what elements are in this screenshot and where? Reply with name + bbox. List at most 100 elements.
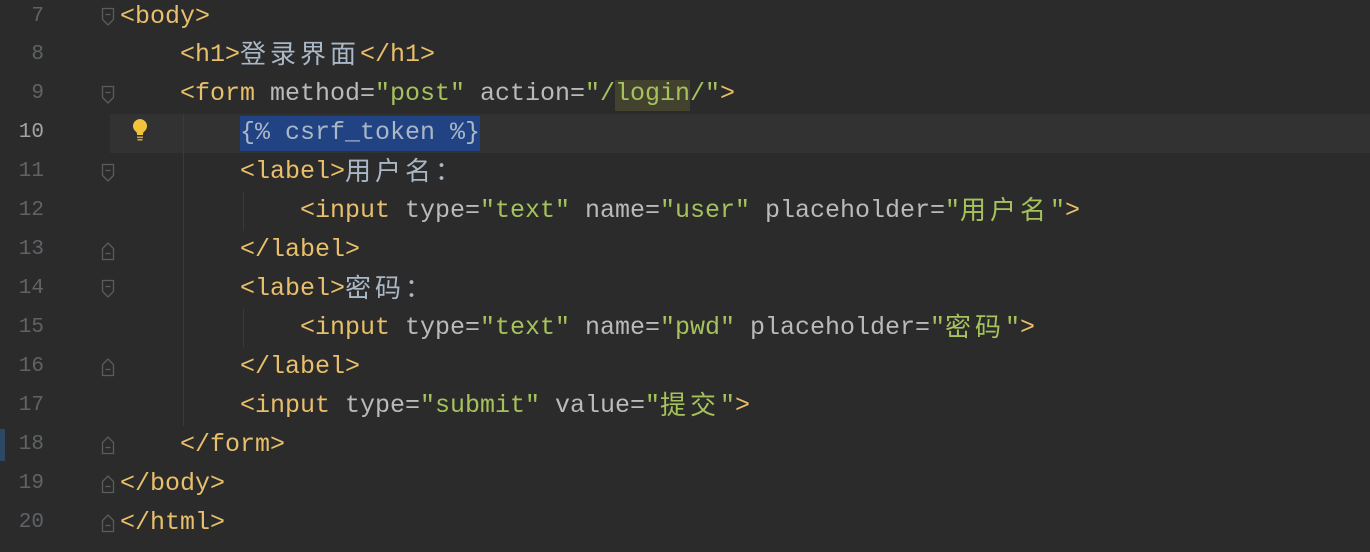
attribute-value: " bbox=[720, 390, 736, 420]
line-number: 15 bbox=[18, 315, 44, 339]
tag-token: </label> bbox=[240, 351, 361, 381]
attribute-name: action bbox=[480, 79, 571, 109]
attribute-name: name bbox=[585, 196, 646, 226]
attribute-value: " bbox=[930, 312, 946, 342]
tag-token: </html> bbox=[120, 507, 226, 537]
attribute-equals: = bbox=[930, 196, 946, 226]
fold-open-icon[interactable] bbox=[101, 279, 115, 299]
attribute-equals: = bbox=[570, 79, 586, 109]
attribute-name: placeholder bbox=[765, 196, 931, 226]
attribute-value: " bbox=[1005, 312, 1021, 342]
attribute-name: method bbox=[270, 79, 361, 109]
tag-token: > bbox=[1065, 196, 1081, 226]
attribute-name: value bbox=[555, 390, 631, 420]
tag-token: <input bbox=[240, 390, 331, 420]
code-line-text[interactable]: <label>用户名： bbox=[120, 153, 465, 192]
code-line[interactable]: 11 <label>用户名： bbox=[0, 153, 1370, 192]
attribute-value: " bbox=[645, 390, 661, 420]
line-number: 16 bbox=[18, 354, 44, 378]
code-line-text[interactable]: <input type="text" name="pwd" placeholde… bbox=[120, 309, 1035, 348]
tag-token: <label> bbox=[240, 273, 346, 303]
code-line-text[interactable]: {% csrf_token %} bbox=[120, 114, 480, 154]
tag-token: <form bbox=[180, 79, 256, 109]
attribute-equals: = bbox=[405, 390, 421, 420]
tag-token: </body> bbox=[120, 468, 226, 498]
text-content: 登录界面 bbox=[240, 40, 361, 71]
code-line-text[interactable]: </body> bbox=[120, 465, 225, 504]
code-line[interactable]: 8 <h1>登录界面</h1> bbox=[0, 36, 1370, 75]
code-line[interactable]: 12 <input type="text" name="user" placeh… bbox=[0, 192, 1370, 231]
attribute-value: "/ bbox=[585, 79, 616, 109]
code-line-text[interactable]: </label> bbox=[120, 231, 360, 270]
attribute-equals: = bbox=[465, 196, 481, 226]
fold-close-icon[interactable] bbox=[101, 357, 115, 377]
code-line-text[interactable]: <input type="text" name="user" placehold… bbox=[120, 192, 1080, 231]
code-line[interactable]: 10 {% csrf_token %} bbox=[0, 114, 1370, 154]
code-line[interactable]: 16 </label> bbox=[0, 348, 1370, 387]
line-number: 13 bbox=[18, 238, 44, 262]
tag-token: > bbox=[1020, 312, 1036, 342]
fold-open-icon[interactable] bbox=[101, 85, 115, 105]
code-line-text[interactable]: <form method="post" action="/login/"> bbox=[120, 75, 736, 115]
attribute-name: type bbox=[405, 196, 466, 226]
line-number: 12 bbox=[18, 199, 44, 223]
attribute-value: 密码 bbox=[945, 312, 1006, 343]
modified-line-marker bbox=[0, 428, 5, 461]
tag-token: > bbox=[720, 79, 736, 109]
code-line-text[interactable]: </form> bbox=[120, 426, 285, 465]
fold-open-icon[interactable] bbox=[101, 7, 115, 27]
attribute-equals: = bbox=[915, 312, 931, 342]
code-line[interactable]: 13 </label> bbox=[0, 231, 1370, 270]
line-number: 17 bbox=[18, 393, 44, 417]
attribute-value: "text" bbox=[480, 312, 571, 342]
code-line-text[interactable]: <body> bbox=[120, 0, 210, 36]
code-line[interactable]: 7 <body> bbox=[0, 0, 1370, 36]
attribute-equals: = bbox=[645, 196, 661, 226]
code-line-text[interactable]: </label> bbox=[120, 348, 360, 387]
code-line[interactable]: 20 </html> bbox=[0, 504, 1370, 543]
code-line[interactable]: 19 </body> bbox=[0, 465, 1370, 504]
fold-close-icon[interactable] bbox=[101, 435, 115, 455]
fold-open-icon[interactable] bbox=[101, 163, 115, 183]
code-line-text[interactable]: <label>密码： bbox=[120, 270, 435, 309]
code-line[interactable]: 17 <input type="submit" value="提交"> bbox=[0, 387, 1370, 426]
text-content: 密码： bbox=[345, 273, 436, 304]
attribute-value: "submit" bbox=[420, 390, 541, 420]
fold-close-icon[interactable] bbox=[101, 474, 115, 494]
attribute-value: " bbox=[945, 196, 961, 226]
code-line[interactable]: 15 <input type="text" name="pwd" placeho… bbox=[0, 309, 1370, 348]
attribute-name: placeholder bbox=[750, 312, 916, 342]
fold-close-icon[interactable] bbox=[101, 513, 115, 533]
highlighted-identifier: login bbox=[615, 75, 690, 115]
attribute-equals: = bbox=[360, 79, 376, 109]
code-lines[interactable]: 7 <body> 8 <h1>登录界面</h1> 9 <form method="po… bbox=[0, 0, 1370, 552]
attribute-name: type bbox=[345, 390, 406, 420]
line-number: 8 bbox=[31, 43, 44, 67]
code-line[interactable]: 18 </form> bbox=[0, 426, 1370, 465]
tag-token: <input bbox=[300, 196, 391, 226]
attribute-value: "user" bbox=[660, 196, 751, 226]
attribute-name: name bbox=[585, 312, 646, 342]
tag-token: <label> bbox=[240, 157, 346, 187]
code-line-text[interactable]: <h1>登录界面</h1> bbox=[120, 36, 435, 75]
code-editor[interactable]: 7 <body> 8 <h1>登录界面</h1> 9 <form method="po… bbox=[0, 0, 1370, 552]
code-line[interactable]: 9 <form method="post" action="/login/"> bbox=[0, 75, 1370, 115]
fold-close-icon[interactable] bbox=[101, 241, 115, 261]
code-line[interactable]: 14 <label>密码： bbox=[0, 270, 1370, 309]
code-line-text[interactable]: </html> bbox=[120, 504, 225, 543]
tag-token: <body> bbox=[120, 1, 211, 31]
tag-token: > bbox=[735, 390, 751, 420]
code-line-text[interactable]: <input type="submit" value="提交"> bbox=[120, 387, 750, 426]
